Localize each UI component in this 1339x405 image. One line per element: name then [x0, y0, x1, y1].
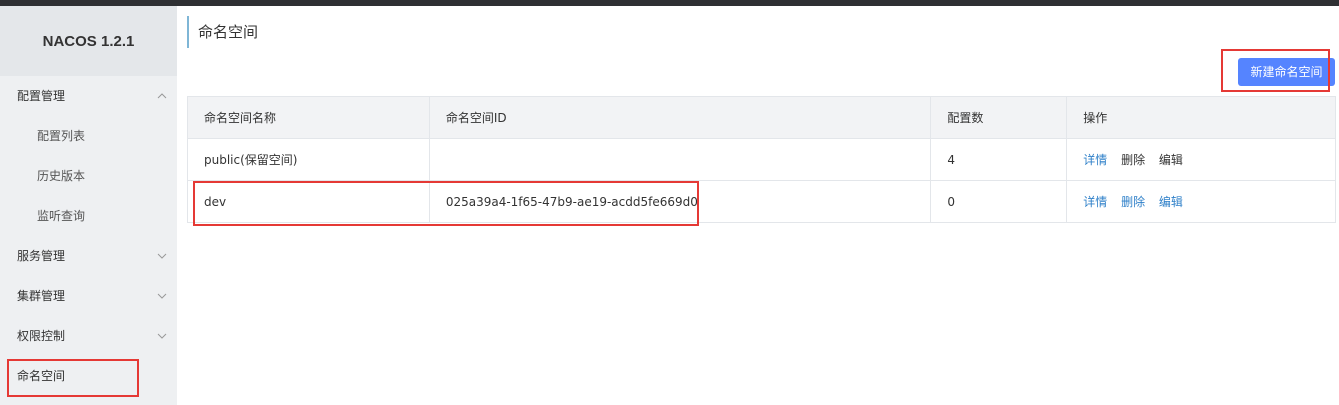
sidebar-item-label: 集群管理 [17, 289, 66, 303]
sidebar-item-label: 监听查询 [37, 209, 86, 223]
brand-logo: NACOS 1.2.1 [0, 6, 177, 76]
namespace-id-cell [428, 138, 932, 181]
highlight-dev-row [193, 181, 699, 226]
namespace-name-cell: public(保留空间) [187, 138, 430, 181]
brand-title: NACOS 1.2.1 [42, 32, 135, 50]
config-count-cell: 4 [930, 138, 1068, 181]
sidebar: NACOS 1.2.1 配置管理 配置列表 历史版本 监听查询 服务管理 集群管… [0, 6, 177, 405]
chevron-down-icon [156, 276, 168, 316]
sidebar-item-listener-query[interactable]: 监听查询 [0, 196, 177, 236]
table-row: public(保留空间) 4 详情 删除 编辑 [187, 138, 1336, 181]
details-link[interactable]: 详情 [1083, 153, 1107, 167]
highlight-namespace-menu [7, 359, 139, 397]
chevron-down-icon [156, 316, 168, 356]
sidebar-item-service-management[interactable]: 服务管理 [0, 236, 177, 276]
column-header-id: 命名空间ID [428, 96, 932, 139]
edit-link[interactable]: 编辑 [1159, 153, 1183, 167]
sidebar-item-label: 权限控制 [17, 329, 66, 343]
sidebar-item-label: 配置管理 [17, 89, 66, 103]
operations-cell: 详情 删除 编辑 [1066, 138, 1336, 181]
sidebar-item-label: 服务管理 [17, 249, 66, 263]
highlight-new-button [1221, 49, 1330, 92]
sidebar-item-config-list[interactable]: 配置列表 [0, 116, 177, 156]
delete-link[interactable]: 删除 [1121, 195, 1145, 209]
sidebar-item-label: 历史版本 [37, 169, 86, 183]
column-header-config-count: 配置数 [930, 96, 1068, 139]
config-count-cell: 0 [930, 180, 1068, 223]
sidebar-item-config-management[interactable]: 配置管理 [0, 76, 177, 116]
column-header-name: 命名空间名称 [187, 96, 430, 139]
edit-link[interactable]: 编辑 [1159, 195, 1183, 209]
chevron-down-icon [156, 236, 168, 276]
chevron-up-icon [156, 76, 168, 116]
column-header-operations: 操作 [1066, 96, 1336, 139]
delete-link[interactable]: 删除 [1121, 153, 1145, 167]
operations-cell: 详情 删除 编辑 [1066, 180, 1336, 223]
details-link[interactable]: 详情 [1083, 195, 1107, 209]
table-header-row: 命名空间名称 命名空间ID 配置数 操作 [187, 96, 1336, 139]
sidebar-item-history[interactable]: 历史版本 [0, 156, 177, 196]
sidebar-item-label: 配置列表 [37, 129, 86, 143]
page-title: 命名空间 [187, 16, 258, 48]
sidebar-item-access-control[interactable]: 权限控制 [0, 316, 177, 356]
sidebar-item-cluster-management[interactable]: 集群管理 [0, 276, 177, 316]
